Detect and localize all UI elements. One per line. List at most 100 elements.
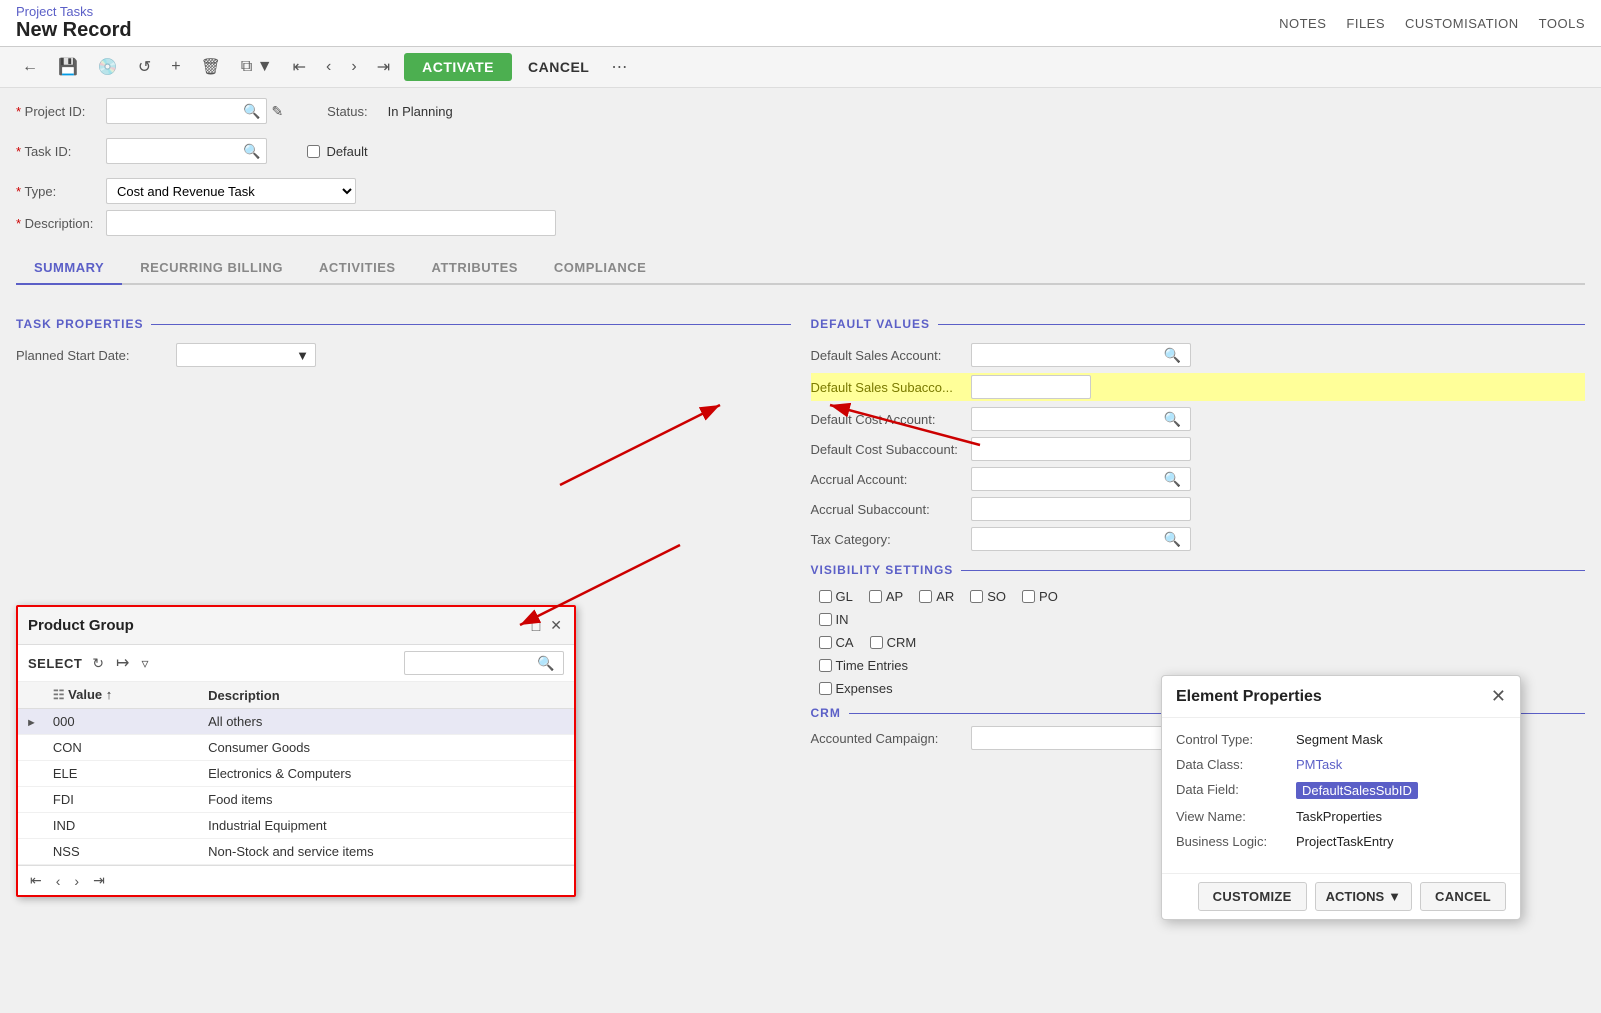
task-id-input[interactable] xyxy=(111,144,241,159)
popup-next-button[interactable]: › xyxy=(70,871,83,891)
popup-refresh-button[interactable]: ↻ xyxy=(90,653,106,674)
dialog-close-button[interactable]: ✕ xyxy=(1491,686,1506,707)
tax-category-input[interactable] xyxy=(972,532,1162,547)
accrual-account-search-icon[interactable]: 🔍 xyxy=(1162,471,1183,488)
popup-maximize-button[interactable]: □ xyxy=(530,615,542,636)
default-checkbox-label: Default xyxy=(326,144,367,159)
cb-ap: AP xyxy=(869,589,903,604)
default-cost-account-input-wrapper: 🔍 xyxy=(971,407,1191,431)
files-link[interactable]: FILES xyxy=(1346,16,1385,31)
task-id-search-icon[interactable]: 🔍 xyxy=(241,143,262,160)
cb-time-input[interactable] xyxy=(819,659,832,672)
more-button[interactable]: ⋯ xyxy=(605,53,633,81)
add-button[interactable]: + xyxy=(165,54,186,80)
popup-search-icon[interactable]: 🔍 xyxy=(535,655,556,672)
project-id-input[interactable] xyxy=(111,104,241,119)
customisation-link[interactable]: CUSTOMISATION xyxy=(1405,16,1519,31)
accounted-campaign-input[interactable] xyxy=(971,726,1191,750)
default-sales-account-input[interactable] xyxy=(972,348,1162,363)
cb-so-input[interactable] xyxy=(970,590,983,603)
accrual-account-input[interactable] xyxy=(972,472,1162,487)
value-col-header[interactable]: ☷ Value ↑ xyxy=(45,682,200,709)
next-button[interactable]: › xyxy=(345,54,362,80)
save-button[interactable]: 💾 xyxy=(52,53,84,81)
delete-button[interactable]: 🗑 xyxy=(195,53,227,81)
task-id-row: Task ID: 🔍 xyxy=(16,138,267,164)
value-cell: ELE xyxy=(45,761,200,787)
last-button[interactable]: ⇥ xyxy=(371,53,396,81)
dialog-cancel-button[interactable]: CANCEL xyxy=(1420,882,1506,911)
top-bar-right: NOTES FILES CUSTOMISATION TOOLS xyxy=(1279,16,1585,31)
description-input[interactable] xyxy=(106,210,556,236)
expand-cell xyxy=(18,839,45,865)
tab-activities[interactable]: ACTIVITIES xyxy=(301,252,414,285)
default-cost-subaccount-input[interactable] xyxy=(971,437,1191,461)
cb-expenses-input[interactable] xyxy=(819,682,832,695)
copy-button[interactable]: ⧉ ▼ xyxy=(235,54,279,80)
tab-recurring-billing[interactable]: RECURRING BILLING xyxy=(122,252,301,285)
cb-time: Time Entries xyxy=(819,658,1586,673)
cb-ar-input[interactable] xyxy=(919,590,932,603)
description-col-header[interactable]: Description xyxy=(200,682,574,709)
type-select[interactable]: Cost and Revenue Task xyxy=(106,178,356,204)
cb-po-input[interactable] xyxy=(1022,590,1035,603)
popup-last-button[interactable]: ⇥ xyxy=(89,870,109,891)
table-row[interactable]: IND Industrial Equipment xyxy=(18,813,574,839)
tab-summary[interactable]: SUMMARY xyxy=(16,252,122,285)
project-id-search-icon[interactable]: 🔍 xyxy=(241,103,262,120)
planned-start-date-input[interactable]: ▼ xyxy=(176,343,316,367)
accrual-account-label: Accrual Account: xyxy=(811,472,971,487)
customize-button[interactable]: CUSTOMIZE xyxy=(1198,882,1307,911)
notes-link[interactable]: NOTES xyxy=(1279,16,1326,31)
cb-in-input[interactable] xyxy=(819,613,832,626)
accrual-subaccount-label: Accrual Subaccount: xyxy=(811,502,971,517)
save-close-button[interactable]: 💿 xyxy=(92,53,124,81)
table-row[interactable]: NSS Non-Stock and service items xyxy=(18,839,574,865)
popup-select-button[interactable]: SELECT xyxy=(28,656,82,671)
actions-button[interactable]: ACTIONS ▼ xyxy=(1315,882,1412,911)
cb-expenses-label: Expenses xyxy=(836,681,893,696)
popup-filter-button[interactable]: ▿ xyxy=(139,653,150,674)
table-row[interactable]: ► 000 All others xyxy=(18,709,574,735)
default-cost-account-search-icon[interactable]: 🔍 xyxy=(1162,411,1183,428)
data-class-value[interactable]: PMTask xyxy=(1296,757,1342,772)
data-field-row: Data Field: DefaultSalesSubID xyxy=(1176,782,1506,799)
undo-button[interactable]: ↺ xyxy=(132,53,157,81)
default-cost-account-input[interactable] xyxy=(972,412,1162,427)
value-cell: FDI xyxy=(45,787,200,813)
table-row[interactable]: FDI Food items xyxy=(18,787,574,813)
default-checkbox[interactable] xyxy=(307,145,320,158)
popup-first-button[interactable]: ⇤ xyxy=(26,870,46,891)
back-button[interactable]: ← xyxy=(16,54,44,80)
popup-prev-button[interactable]: ‹ xyxy=(52,871,65,891)
tab-attributes[interactable]: ATTRIBUTES xyxy=(414,252,536,285)
default-sales-subaccount-input[interactable]: —-— xyxy=(971,375,1091,399)
project-id-edit-icon[interactable]: ✎ xyxy=(267,103,287,120)
popup-header-icons: □ ✕ xyxy=(530,615,564,636)
table-row[interactable]: ELE Electronics & Computers xyxy=(18,761,574,787)
dialog-footer: CUSTOMIZE ACTIONS ▼ CANCEL xyxy=(1162,873,1520,919)
cb-ca-input[interactable] xyxy=(819,636,832,649)
breadcrumb[interactable]: Project Tasks xyxy=(16,4,132,19)
main-content: TASK PROPERTIES Planned Start Date: ▼ DE… xyxy=(0,285,1601,1013)
cb-gl-input[interactable] xyxy=(819,590,832,603)
cb-in-label: IN xyxy=(836,612,849,627)
tax-category-search-icon[interactable]: 🔍 xyxy=(1162,531,1183,548)
prev-button[interactable]: ‹ xyxy=(320,54,337,80)
cb-ap-input[interactable] xyxy=(869,590,882,603)
top-bar: Project Tasks New Record NOTES FILES CUS… xyxy=(0,0,1601,47)
popup-search-input[interactable] xyxy=(405,656,535,671)
cancel-toolbar-button[interactable]: CANCEL xyxy=(520,53,597,81)
table-row[interactable]: CON Consumer Goods xyxy=(18,735,574,761)
expand-arrow-icon[interactable]: ► xyxy=(26,717,37,729)
popup-close-button[interactable]: ✕ xyxy=(548,615,564,636)
popup-columns-button[interactable]: ↦ xyxy=(114,651,131,675)
default-sales-account-search-icon[interactable]: 🔍 xyxy=(1162,347,1183,364)
activate-button[interactable]: ACTIVATE xyxy=(404,53,512,81)
cb-crm-input[interactable] xyxy=(870,636,883,649)
accrual-subaccount-input[interactable] xyxy=(971,497,1191,521)
tools-link[interactable]: TOOLS xyxy=(1539,16,1585,31)
tab-compliance[interactable]: COMPLIANCE xyxy=(536,252,664,285)
expand-cell xyxy=(18,735,45,761)
first-button[interactable]: ⇤ xyxy=(287,53,312,81)
